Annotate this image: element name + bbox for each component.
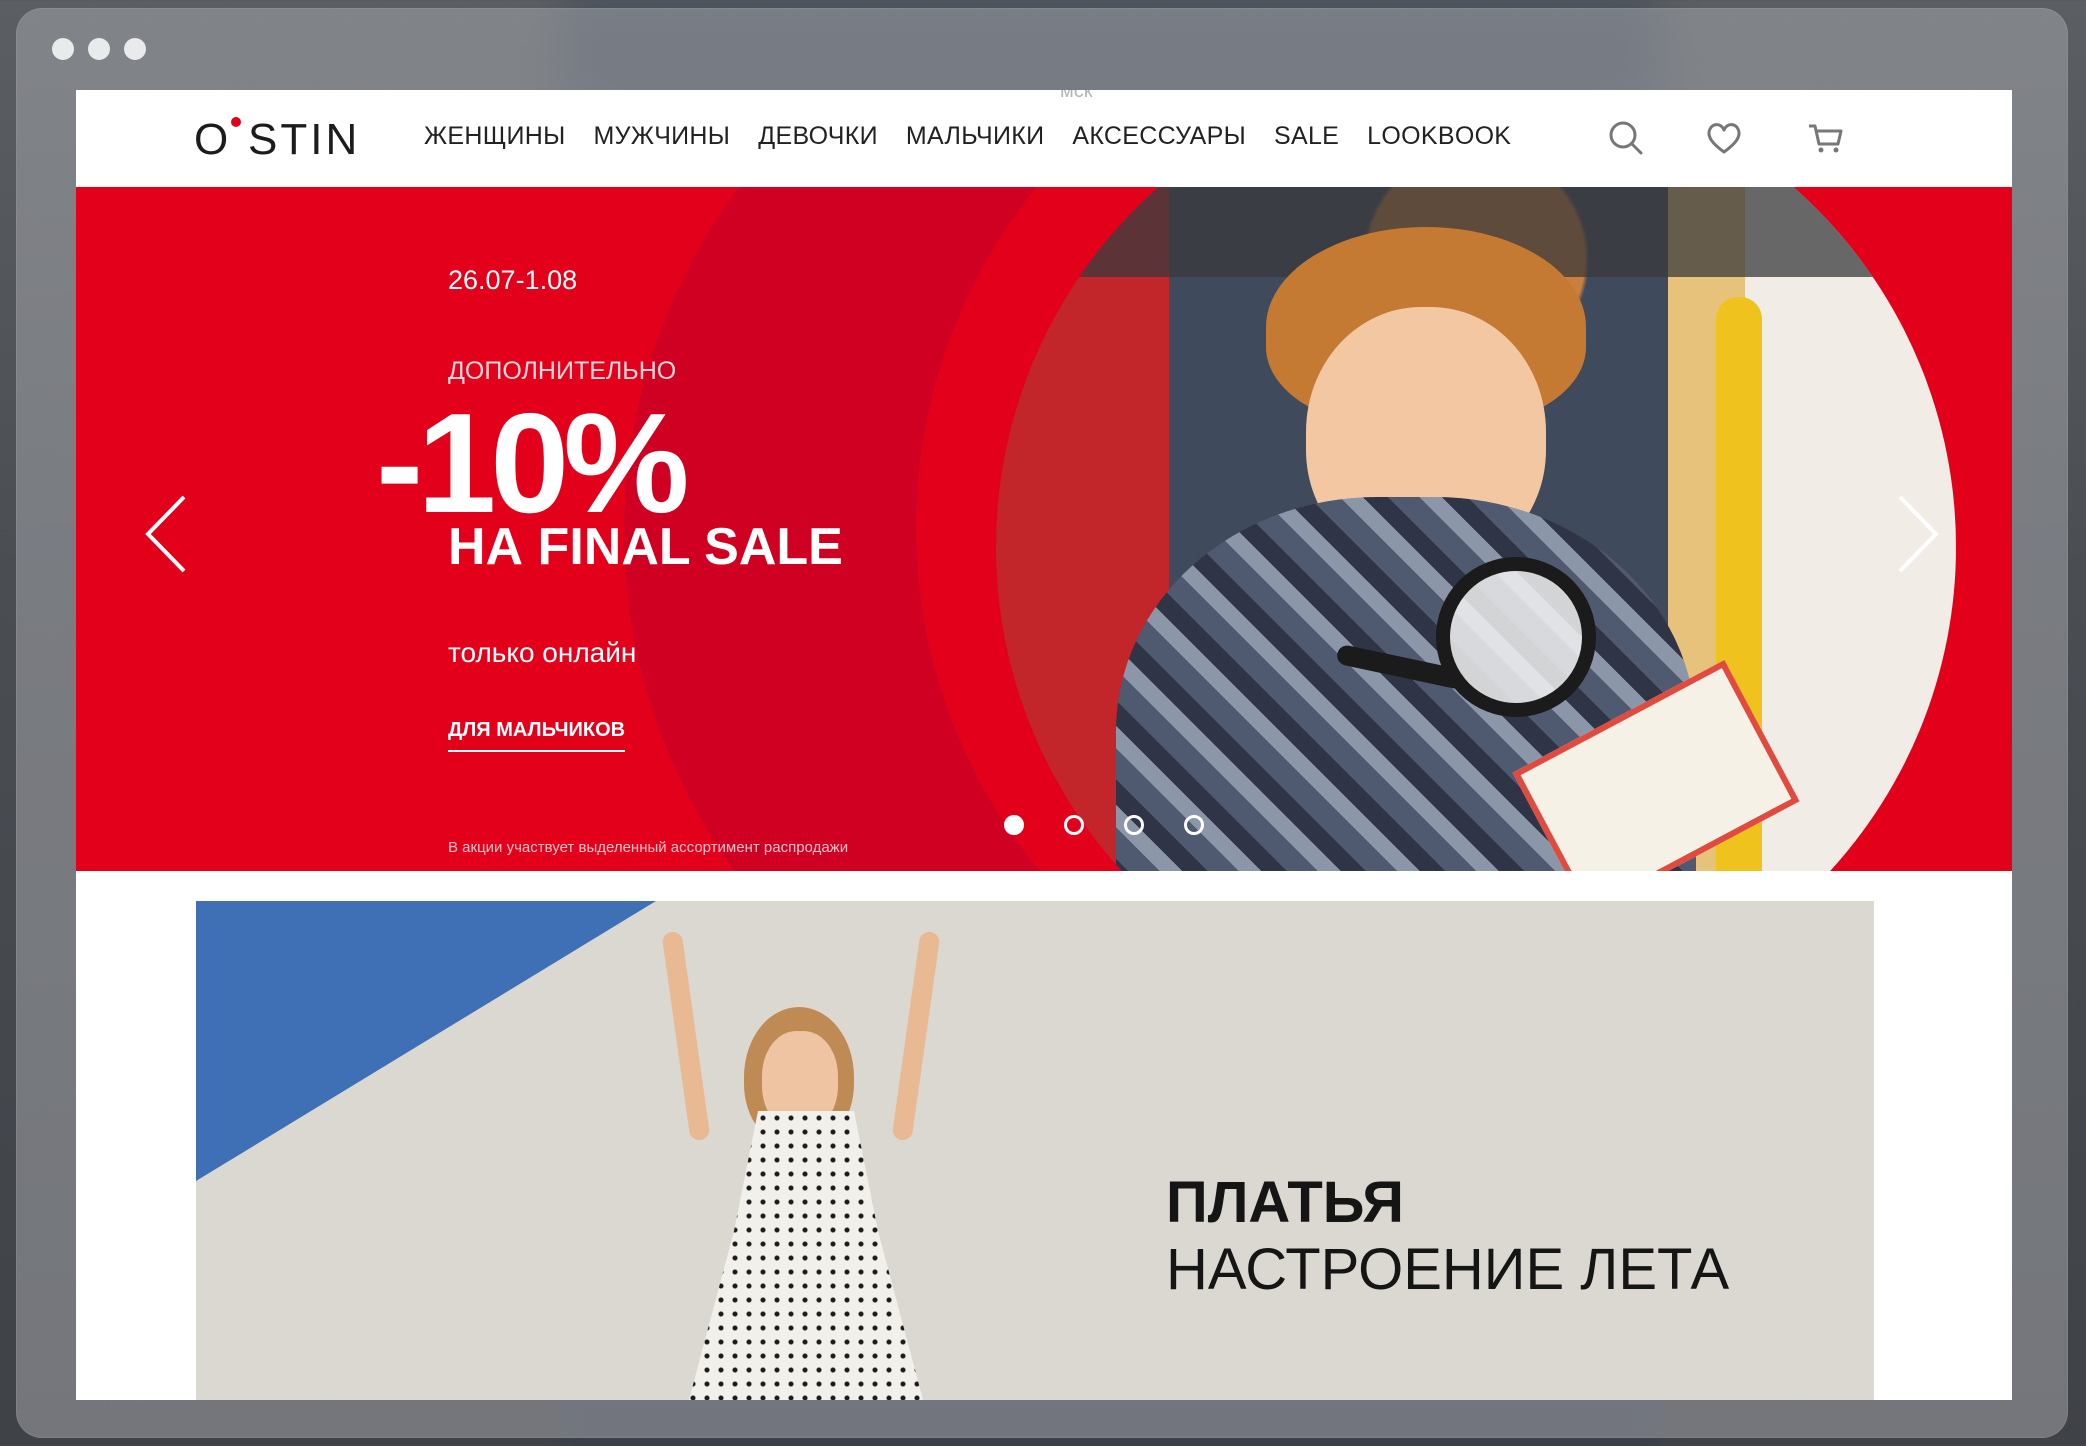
banner-subtitle: НАСТРОЕНИЕ ЛЕТА	[1166, 1237, 1730, 1302]
site-header: мск O STIN ЖЕНЩИНЫ МУЖЧИНЫ ДЕВОЧКИ МАЛЬЧ…	[76, 90, 2012, 187]
city-label[interactable]: мск	[1060, 90, 1093, 103]
promo-online-only: только онлайн	[448, 637, 637, 668]
photo-arm	[661, 930, 711, 1142]
carousel-prev-arrow[interactable]	[136, 489, 196, 579]
heart-icon[interactable]	[1704, 118, 1744, 158]
main-nav: ЖЕНЩИНЫ МУЖЧИНЫ ДЕВОЧКИ МАЛЬЧИКИ АКСЕССУ…	[424, 122, 1511, 151]
window-close-dot[interactable]	[52, 38, 74, 60]
photo-arm	[891, 930, 941, 1142]
carousel-next-arrow[interactable]	[1888, 489, 1948, 579]
search-icon[interactable]	[1606, 118, 1646, 158]
cart-icon[interactable]	[1806, 118, 1846, 158]
nav-sale[interactable]: SALE	[1274, 122, 1339, 151]
carousel-dot-1[interactable]	[1004, 815, 1024, 835]
svg-text:O: O	[194, 115, 231, 162]
window-minimize-dot[interactable]	[88, 38, 110, 60]
nav-girls[interactable]: ДЕВОЧКИ	[758, 122, 878, 151]
site-page: мск O STIN ЖЕНЩИНЫ МУЖЧИНЫ ДЕВОЧКИ МАЛЬЧ…	[76, 90, 2012, 1400]
carousel-dot-4[interactable]	[1184, 815, 1204, 835]
photo-dress	[686, 1111, 926, 1400]
ostin-logo[interactable]: O STIN	[194, 112, 382, 173]
carousel-pagination	[1004, 815, 1204, 835]
banner-title: ПЛАТЬЯ	[1166, 1170, 1404, 1235]
carousel-dot-2[interactable]	[1064, 815, 1084, 835]
photo-magnifier-lens	[1436, 557, 1596, 717]
window-controls	[52, 38, 146, 60]
logo-mark: O STIN	[194, 115, 360, 164]
promo-disclaimer: В акции участвует выделенный ассортимент…	[448, 839, 849, 856]
window-maximize-dot[interactable]	[124, 38, 146, 60]
dresses-banner[interactable]: ПЛАТЬЯ НАСТРОЕНИЕ ЛЕТА	[196, 901, 1874, 1400]
hero-carousel[interactable]: 26.07-1.08 ДОПОЛНИТЕЛЬНО -10% НА FINAL S…	[76, 187, 2012, 871]
nav-accessories[interactable]: АКСЕССУАРЫ	[1072, 122, 1246, 151]
nav-lookbook[interactable]: LOOKBOOK	[1367, 122, 1511, 151]
banner-photo-woman-dress	[636, 921, 976, 1400]
nav-boys[interactable]: МАЛЬЧИКИ	[906, 122, 1044, 151]
banner-sky	[196, 901, 656, 1181]
promo-date: 26.07-1.08	[448, 265, 578, 295]
promo-final-sale: НА FINAL SALE	[448, 518, 843, 576]
nav-women[interactable]: ЖЕНЩИНЫ	[424, 122, 566, 151]
hero-photo-boy-magnifier	[996, 187, 1956, 871]
for-boys-link[interactable]: ДЛЯ МАЛЬЧИКОВ	[448, 719, 626, 752]
nav-men[interactable]: МУЖЧИНЫ	[594, 122, 731, 151]
carousel-dot-3[interactable]	[1124, 815, 1144, 835]
svg-text:STIN: STIN	[248, 115, 360, 162]
